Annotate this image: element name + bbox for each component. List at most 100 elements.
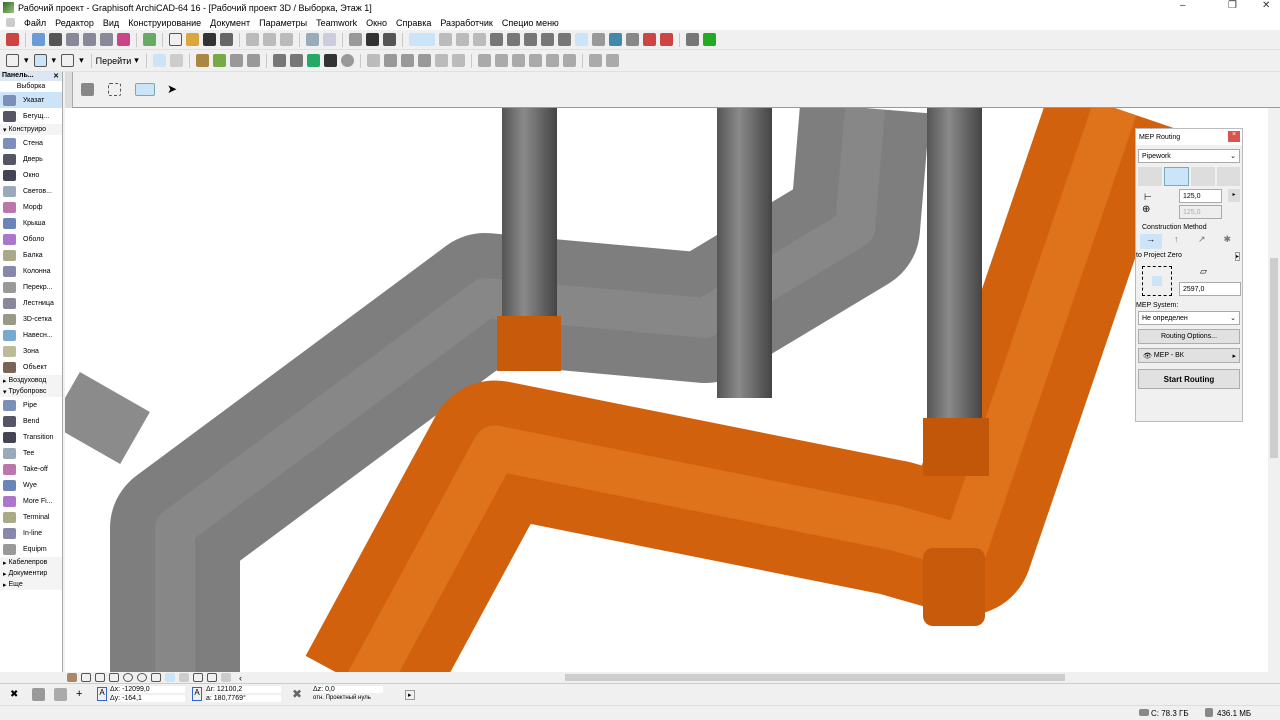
scroll-left-icon[interactable]: ‹ (239, 673, 242, 683)
menu-edit[interactable]: Редактор (55, 18, 94, 28)
distribute-h-icon[interactable] (588, 54, 602, 67)
marker-icon[interactable] (643, 33, 656, 46)
round-shape-icon[interactable] (1163, 167, 1189, 186)
tool-pipe[interactable]: Pipe (0, 397, 62, 413)
intersect-icon[interactable] (524, 33, 537, 46)
layout-view-icon[interactable] (61, 54, 75, 67)
adjust-icon[interactable] (507, 33, 520, 46)
eyedropper-icon[interactable] (366, 33, 379, 46)
routing-options-button[interactable]: Routing Options... (1138, 329, 1240, 344)
menu-teamwork[interactable]: Teamwork (316, 18, 357, 28)
open-folder-icon[interactable] (186, 33, 199, 46)
group-more[interactable]: ▸ Еще (0, 579, 62, 590)
teamwork-icon[interactable] (143, 33, 156, 46)
menu-document[interactable]: Документ (210, 18, 250, 28)
align-icon[interactable] (456, 33, 469, 46)
oval-shape-icon[interactable] (1191, 167, 1215, 186)
hierarchy-icon[interactable] (66, 33, 79, 46)
interior-elevation-icon[interactable] (229, 54, 243, 67)
eraser-icon[interactable] (626, 33, 639, 46)
dy-field[interactable]: Δy: -164,1 (110, 695, 185, 702)
type-select[interactable]: Pipework ⌄ (1138, 149, 1240, 163)
find-select-icon[interactable] (349, 33, 362, 46)
layer-order-4-icon[interactable] (434, 54, 448, 67)
align-right-icon[interactable] (511, 54, 525, 67)
document-menu-icon[interactable] (6, 18, 15, 27)
trace-icon[interactable] (439, 33, 452, 46)
tool-take-off[interactable]: Take-off (0, 461, 62, 477)
menu-help[interactable]: Справка (396, 18, 431, 28)
arrange-icon[interactable] (289, 54, 303, 67)
dx-field[interactable]: Δx: -12099,0 (110, 686, 185, 693)
close-input-icon[interactable]: ✖ (10, 689, 18, 700)
start-routing-button[interactable]: Start Routing (1138, 369, 1240, 389)
group-document[interactable]: ▸ Документир (0, 568, 62, 579)
info-box-handle[interactable] (65, 72, 73, 108)
group-design[interactable]: ▾ Конструиро (0, 124, 62, 135)
minimize-button[interactable]: – (1180, 0, 1186, 11)
text-style-icon[interactable] (272, 54, 286, 67)
wall-ends-icon[interactable] (490, 33, 503, 46)
align-left-icon[interactable] (477, 54, 491, 67)
sloped-method-icon[interactable]: ↗ (1191, 234, 1213, 249)
zoom-out-icon[interactable] (137, 673, 147, 682)
menu-file[interactable]: Файл (24, 18, 46, 28)
zoom-previous-icon[interactable] (193, 673, 203, 682)
tool-column[interactable]: Колонна (0, 263, 62, 279)
3d-view-icon[interactable] (33, 54, 47, 67)
zoom-fit-icon[interactable] (221, 673, 231, 682)
horizontal-method-icon[interactable]: → (1140, 234, 1162, 249)
save-view-icon[interactable] (49, 33, 62, 46)
menu-options[interactable]: Параметры (259, 18, 307, 28)
tool-zone[interactable]: Зона (0, 343, 62, 359)
tool-curtain-wall[interactable]: Навесн... (0, 327, 62, 343)
menu-design[interactable]: Конструирование (128, 18, 201, 28)
elevation-icon[interactable] (212, 54, 226, 67)
tool-wye[interactable]: Wye (0, 477, 62, 493)
anchor-center-icon[interactable] (1152, 276, 1162, 286)
menu-view[interactable]: Вид (103, 18, 119, 28)
horizontal-scroll-thumb[interactable] (565, 674, 1065, 681)
tool-more-fittings[interactable]: More Fi... (0, 493, 62, 509)
zoom-window-icon[interactable] (81, 673, 91, 682)
sphere-icon[interactable] (340, 54, 354, 67)
tool-skylight[interactable]: Светов... (0, 183, 62, 199)
tool-wall[interactable]: Стена (0, 135, 62, 151)
menu-window[interactable]: Окно (366, 18, 387, 28)
angle-field[interactable]: a: 180,7769° (206, 695, 281, 702)
panel-close-icon[interactable]: ✕ (53, 72, 59, 80)
tool-window[interactable]: Окно (0, 167, 62, 183)
group-pipework[interactable]: ▾ Трубопровс (0, 386, 62, 397)
vertical-method-icon[interactable]: ↑ (1166, 234, 1188, 249)
layer-order-1-icon[interactable] (383, 54, 397, 67)
plan-view-icon[interactable] (6, 54, 19, 67)
green-light-icon[interactable] (703, 33, 716, 46)
tool-equipment[interactable]: Equipm (0, 541, 62, 557)
reference-label[interactable]: to Project Zero (1136, 252, 1182, 259)
tool-tee[interactable]: Tee (0, 445, 62, 461)
grid-icon[interactable] (592, 33, 605, 46)
link-width-button[interactable]: ▸ (1228, 189, 1240, 202)
redline-icon[interactable] (660, 33, 673, 46)
undo-icon[interactable] (306, 33, 319, 46)
layer-order-2-icon[interactable] (400, 54, 414, 67)
layers-icon[interactable] (32, 33, 45, 46)
fit-window-icon[interactable] (95, 673, 105, 682)
orbit-mode-icon[interactable] (135, 82, 155, 96)
pan-icon[interactable] (151, 673, 161, 682)
menu-special[interactable]: Специо меню (502, 18, 559, 28)
width-field[interactable]: 125,0 (1179, 189, 1222, 203)
tool-morph[interactable]: Морф (0, 199, 62, 215)
elevation-field[interactable]: 2597,0 (1179, 282, 1241, 296)
rectangular-shape-icon[interactable] (1138, 167, 1162, 186)
zoom-next-icon[interactable] (207, 673, 217, 682)
orbit-icon[interactable] (152, 54, 166, 67)
snap-guides-icon[interactable] (409, 33, 435, 46)
tool-door[interactable]: Дверь (0, 151, 62, 167)
distribute-v-icon[interactable] (605, 54, 619, 67)
menu-developer[interactable]: Разработчик (440, 18, 492, 28)
bring-front-icon[interactable] (366, 54, 380, 67)
paint-icon[interactable] (117, 33, 130, 46)
parallel-icon[interactable] (54, 688, 67, 701)
zoom-in-icon[interactable] (123, 673, 133, 682)
